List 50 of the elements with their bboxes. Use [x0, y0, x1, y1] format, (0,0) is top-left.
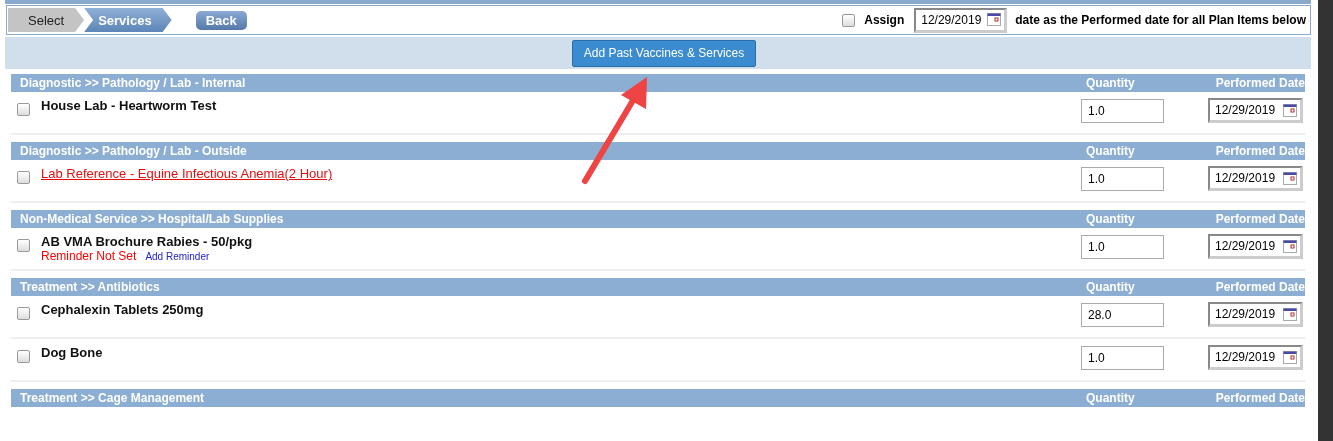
assign-description: date as the Performed date for all Plan Items below	[1015, 13, 1306, 27]
section-title: Treatment >> Cage Management	[20, 391, 206, 405]
performed-date-header: Performed Date	[1214, 144, 1305, 158]
quantity-header: Quantity	[1086, 76, 1136, 90]
performed-date-header: Performed Date	[1214, 280, 1305, 294]
quantity-header: Quantity	[1086, 391, 1136, 405]
assign-checkbox[interactable]	[842, 13, 856, 27]
section-title: Diagnostic >> Pathology / Lab - Internal	[20, 76, 247, 90]
quantity-field[interactable]: 1.0	[1081, 235, 1164, 259]
date-field[interactable]: 12/29/2019	[1208, 166, 1303, 191]
item-name: Dog Bone	[41, 345, 104, 360]
item-name: House Lab - Heartworm Test	[41, 98, 218, 113]
calendar-icon[interactable]	[1283, 103, 1297, 117]
performed-date-header: Performed Date	[1214, 391, 1305, 405]
quantity-field[interactable]: 1.0	[1081, 167, 1164, 191]
item-checkbox[interactable]	[17, 350, 30, 363]
item-checkbox[interactable]	[17, 307, 30, 320]
calendar-icon[interactable]	[1283, 307, 1297, 321]
reminder-status: Reminder Not Set	[41, 249, 137, 263]
item-checkbox[interactable]	[17, 103, 30, 116]
item-checkbox[interactable]	[17, 171, 30, 184]
section-title: Treatment >> Antibiotics	[20, 280, 161, 294]
quantity-field[interactable]: 1.0	[1081, 346, 1164, 370]
item-name: Cephalexin Tablets 250mg	[41, 302, 205, 317]
quantity-field[interactable]: 28.0	[1081, 303, 1164, 327]
quantity-field[interactable]: 1.0	[1081, 99, 1164, 123]
calendar-icon[interactable]	[1283, 239, 1297, 253]
item-checkbox[interactable]	[17, 239, 30, 252]
date-field[interactable]: 12/29/2019	[1208, 345, 1303, 370]
calendar-icon[interactable]	[987, 13, 1002, 26]
date-field[interactable]: 12/29/2019	[1208, 234, 1303, 259]
item-link[interactable]: Lab Reference - Equine Infectious Anemia(2 Hour)	[41, 166, 1081, 181]
date-field[interactable]: 12/29/2019	[1208, 302, 1303, 327]
add-reminder-link[interactable]: Add Reminder	[145, 251, 210, 262]
item-name: AB VMA Brochure Rabies - 50/pkg	[41, 234, 254, 249]
add-past-services-button[interactable]: Add Past Vaccines & Services	[571, 39, 757, 67]
performed-date-header: Performed Date	[1214, 212, 1305, 226]
scrollbar[interactable]	[1318, 0, 1333, 441]
quantity-header: Quantity	[1086, 144, 1136, 158]
calendar-icon[interactable]	[1283, 350, 1297, 364]
section-title: Diagnostic >> Pathology / Lab - Outside	[20, 144, 248, 158]
step-tab[interactable]: Select	[8, 8, 85, 32]
date-field[interactable]: 12/29/2019	[914, 7, 1008, 33]
quantity-header: Quantity	[1086, 280, 1136, 294]
date-field[interactable]: 12/29/2019	[1208, 98, 1303, 123]
calendar-icon[interactable]	[1283, 171, 1297, 185]
quantity-header: Quantity	[1086, 212, 1136, 226]
section-title: Non-Medical Service >> Hospital/Lab Supplies	[20, 212, 285, 226]
performed-date-header: Performed Date	[1214, 76, 1305, 90]
assign-label: Assign	[864, 13, 905, 27]
